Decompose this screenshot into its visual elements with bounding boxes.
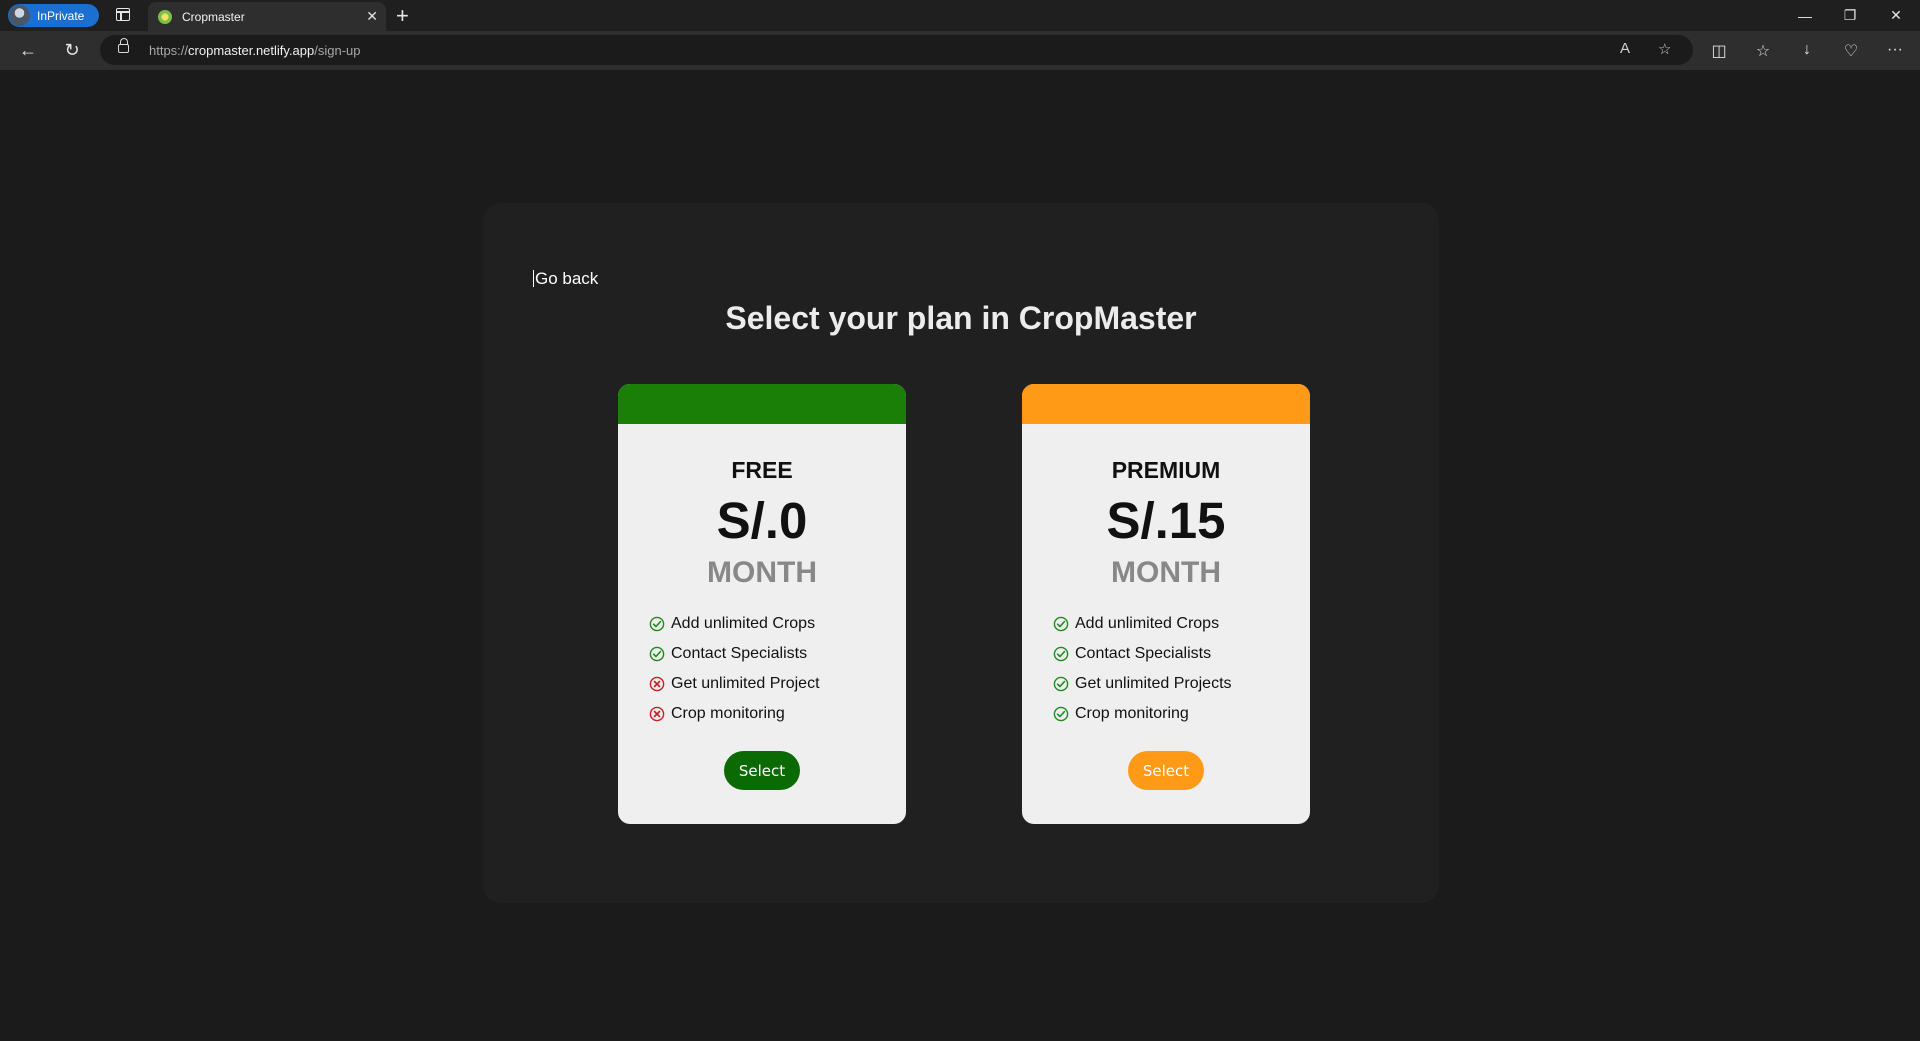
close-window-icon[interactable]: ✕	[1874, 0, 1918, 31]
select-free-button[interactable]: Select	[724, 751, 800, 790]
back-icon[interactable]: ←	[11, 31, 45, 70]
check-circle-icon	[649, 616, 665, 632]
x-circle-icon	[649, 676, 665, 692]
feature-item: Get unlimited Project	[649, 669, 820, 699]
close-tab-icon[interactable]: ✕	[366, 8, 378, 25]
go-back-link[interactable]: Go back	[533, 270, 598, 287]
tab-title: Cropmaster	[182, 9, 245, 24]
favorite-star-icon[interactable]: ☆	[1658, 40, 1671, 58]
plan-card-free: FREE S/.0 MONTH Add unlimited Crops Cont…	[618, 384, 906, 824]
favorites-icon[interactable]: ☆	[1750, 41, 1776, 61]
page-viewport: Go back Select your plan in CropMaster F…	[4, 70, 1916, 1036]
check-circle-icon	[1053, 706, 1069, 722]
refresh-icon[interactable]: ↻	[55, 31, 89, 70]
feature-item: Crop monitoring	[1053, 699, 1232, 729]
feature-list: Add unlimited Crops Contact Specialists …	[649, 609, 820, 729]
check-circle-icon	[1053, 616, 1069, 632]
feature-list: Add unlimited Crops Contact Specialists …	[1053, 609, 1232, 729]
inprivate-label: InPrivate	[37, 8, 85, 23]
new-tab-icon[interactable]: +	[396, 3, 409, 29]
more-options-icon[interactable]: ···	[1882, 41, 1908, 59]
restore-icon[interactable]: ❐	[1828, 0, 1872, 31]
address-bar[interactable]: https://cropmaster.netlify.app/sign-up A…	[100, 35, 1693, 65]
feature-item: Add unlimited Crops	[649, 609, 820, 639]
plan-period: MONTH	[707, 556, 817, 589]
downloads-icon[interactable]: ↓	[1794, 41, 1820, 59]
select-premium-button[interactable]: Select	[1128, 751, 1204, 790]
plan-price: S/.0	[716, 492, 808, 549]
plan-accent-band	[618, 384, 906, 424]
lock-icon[interactable]	[118, 38, 129, 53]
profile-avatar-icon	[9, 5, 30, 26]
plan-accent-band	[1022, 384, 1310, 424]
tab-actions-icon[interactable]	[116, 8, 130, 21]
check-circle-icon	[649, 646, 665, 662]
plan-card-premium: PREMIUM S/.15 MONTH Add unlimited Crops …	[1022, 384, 1310, 824]
feature-item: Add unlimited Crops	[1053, 609, 1232, 639]
plan-name: FREE	[731, 457, 793, 483]
page-title: Select your plan in CropMaster	[725, 300, 1197, 336]
feature-item: Get unlimited Projects	[1053, 669, 1232, 699]
check-circle-icon	[1053, 646, 1069, 662]
split-screen-icon[interactable]: ◫	[1706, 41, 1732, 61]
navigation-bar: ← ↻ https://cropmaster.netlify.app/sign-…	[0, 31, 1920, 70]
check-circle-icon	[1053, 676, 1069, 692]
inprivate-badge[interactable]: InPrivate	[8, 4, 99, 27]
browser-essentials-icon[interactable]: ♡	[1838, 41, 1864, 61]
plan-panel: Go back Select your plan in CropMaster F…	[483, 203, 1439, 903]
minimize-icon[interactable]: —	[1783, 0, 1827, 31]
plan-period: MONTH	[1111, 556, 1221, 589]
read-aloud-icon[interactable]: A	[1620, 40, 1630, 57]
plan-price: S/.15	[1106, 492, 1226, 549]
feature-item: Contact Specialists	[1053, 639, 1232, 669]
tab-cropmaster[interactable]: Cropmaster ✕	[148, 2, 386, 31]
feature-item: Crop monitoring	[649, 699, 820, 729]
url-text: https://cropmaster.netlify.app/sign-up	[149, 43, 361, 58]
x-circle-icon	[649, 706, 665, 722]
favicon-icon	[158, 9, 172, 24]
tab-strip: InPrivate Cropmaster ✕ + — ❐ ✕	[0, 0, 1920, 31]
feature-item: Contact Specialists	[649, 639, 820, 669]
plan-name: PREMIUM	[1111, 457, 1221, 483]
